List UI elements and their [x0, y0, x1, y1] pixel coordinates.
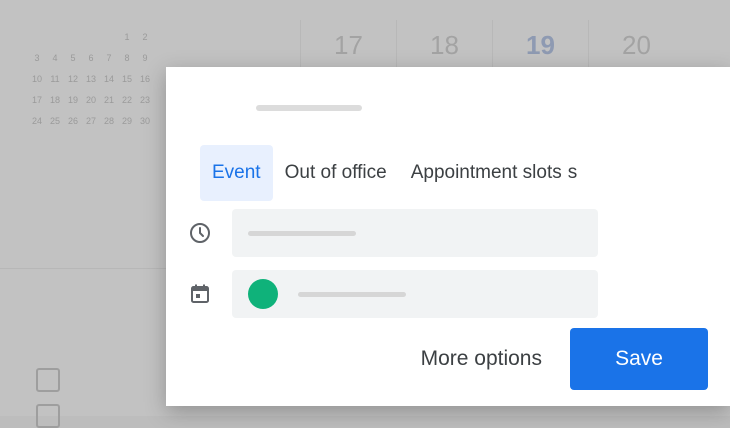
calendar-select[interactable] — [232, 270, 598, 318]
week-day-header: 17 18 19 20 — [300, 20, 730, 70]
mini-calendar-day: 14 — [103, 74, 114, 84]
mini-calendar-day: 27 — [85, 116, 96, 126]
mini-calendar-day: 8 — [124, 53, 130, 63]
mini-calendar-day: 29 — [121, 116, 132, 126]
mini-calendar-day: 7 — [106, 53, 112, 63]
tab-out-of-office[interactable]: Out of office — [273, 145, 399, 201]
time-placeholder — [248, 230, 356, 236]
mini-calendar-day: 9 — [142, 53, 148, 63]
dialog-actions: More options Save — [392, 328, 708, 390]
tab-overflow-text: s — [567, 162, 578, 183]
mini-calendar-day — [28, 32, 46, 53]
mini-calendar-day: 16 — [139, 74, 150, 84]
mini-calendar-day — [100, 32, 118, 53]
mini-calendar-day: 18 — [49, 95, 60, 105]
mini-calendar-day: 24 — [31, 116, 42, 126]
mini-calendar-day: 21 — [103, 95, 114, 105]
clock-icon — [188, 221, 212, 245]
title-placeholder[interactable] — [256, 105, 362, 111]
day-number: 17 — [300, 20, 396, 70]
calendar-row — [188, 270, 598, 318]
time-row — [188, 209, 598, 257]
calendar-color-dot — [248, 279, 278, 309]
tab-event[interactable]: Event — [200, 145, 273, 201]
time-field[interactable] — [232, 209, 598, 257]
quick-event-dialog: Event Out of office Appointment slots s … — [166, 67, 730, 406]
calendar-checkbox — [36, 368, 60, 392]
mini-calendar-day: 13 — [85, 74, 96, 84]
mini-calendar-day — [82, 32, 100, 53]
mini-calendar-day: 5 — [70, 53, 76, 63]
mini-calendar-day — [64, 32, 82, 53]
mini-calendar-day: 20 — [85, 95, 96, 105]
mini-calendar-day: 30 — [139, 116, 150, 126]
mini-calendar-day: 28 — [103, 116, 114, 126]
mini-calendar-day: 2 — [142, 32, 148, 42]
calendar-checkbox — [36, 404, 60, 428]
mini-calendar-day: 15 — [121, 74, 132, 84]
day-number-today: 19 — [492, 20, 588, 70]
mini-calendar-day: 4 — [52, 53, 58, 63]
mini-calendar-day: 12 — [67, 74, 78, 84]
mini-calendar-day: 26 — [67, 116, 78, 126]
mini-calendar-day: 17 — [31, 95, 42, 105]
mini-calendar-day: 11 — [50, 74, 60, 84]
mini-calendar-day: 25 — [49, 116, 60, 126]
calendar-icon — [188, 282, 212, 306]
mini-calendar-day: 6 — [88, 53, 94, 63]
mini-calendar-day: 1 — [124, 32, 130, 42]
divider — [0, 268, 166, 269]
mini-calendar-day: 3 — [34, 53, 40, 63]
mini-calendar-day — [46, 32, 64, 53]
calendar-name-placeholder — [298, 291, 406, 297]
mini-calendar-day: 23 — [139, 95, 150, 105]
tab-appointment-slots[interactable]: Appointment slots — [399, 145, 574, 201]
day-number: 20 — [588, 20, 684, 70]
event-type-tabs: Event Out of office Appointment slots s — [200, 145, 577, 201]
mini-calendar-day: 10 — [31, 74, 42, 84]
mini-calendar-day: 19 — [67, 95, 78, 105]
day-number: 18 — [396, 20, 492, 70]
mini-calendar-day: 22 — [121, 95, 132, 105]
more-options-button[interactable]: More options — [392, 329, 570, 389]
save-button[interactable]: Save — [570, 328, 708, 390]
mini-calendar-week: 12 — [28, 32, 228, 53]
